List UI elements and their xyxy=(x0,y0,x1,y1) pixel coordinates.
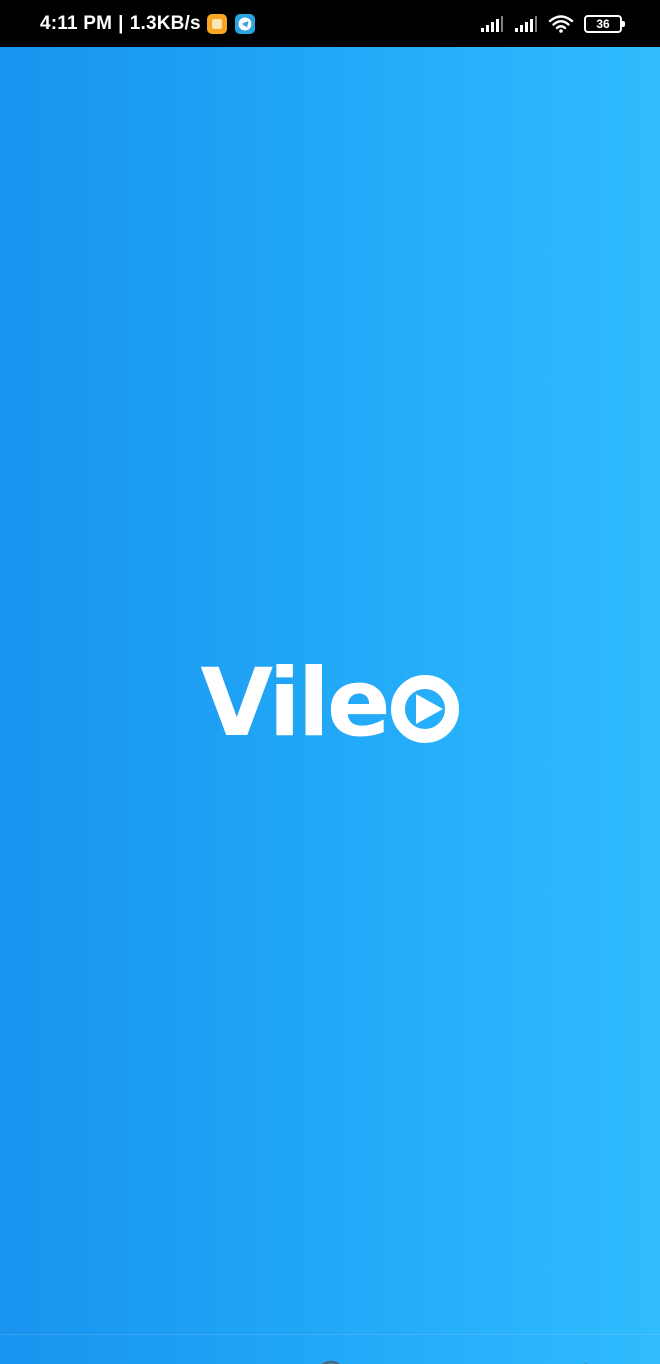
splash-background: Vile xyxy=(0,47,660,1364)
telegram-icon xyxy=(234,13,255,34)
logo-text: Vile xyxy=(200,649,390,758)
accessibility-icon[interactable] xyxy=(570,1359,602,1364)
signal-icon xyxy=(480,15,504,33)
app-screen: 4:11 PM | 1.3KB/s 36 Vile xyxy=(0,0,660,1364)
battery-icon: 36 xyxy=(584,14,625,33)
back-icon[interactable] xyxy=(175,1359,207,1364)
battery-level: 36 xyxy=(596,16,610,31)
status-bar-right: 36 xyxy=(470,14,625,34)
status-time: 4:11 PM xyxy=(40,12,113,34)
navigation-bar xyxy=(0,1334,660,1364)
recents-icon[interactable] xyxy=(451,1359,483,1364)
status-bar-left: 4:11 PM | 1.3KB/s xyxy=(40,13,255,35)
status-separator: | xyxy=(118,12,124,34)
app-logo: Vile xyxy=(0,657,660,751)
status-bar: 4:11 PM | 1.3KB/s 36 xyxy=(0,0,660,47)
wifi-icon xyxy=(548,14,574,34)
signal-icon xyxy=(514,15,538,33)
notification-app-icon xyxy=(206,13,227,34)
network-speed: 1.3KB/s xyxy=(129,12,201,34)
home-icon[interactable] xyxy=(315,1359,347,1364)
play-icon xyxy=(390,674,460,749)
